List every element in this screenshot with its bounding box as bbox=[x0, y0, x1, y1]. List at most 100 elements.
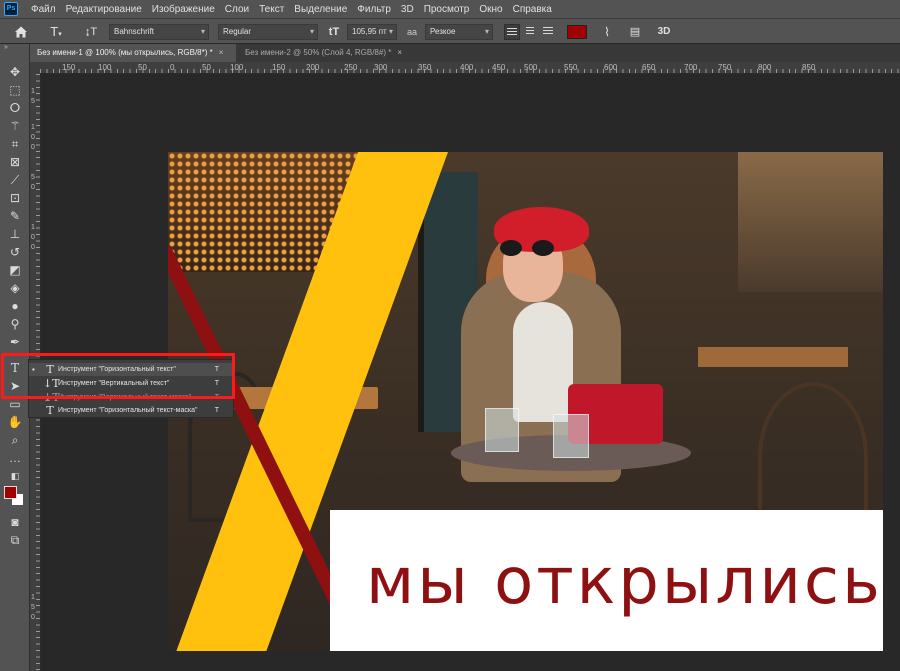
eyedropper-tool-icon[interactable]: ⟋ bbox=[6, 172, 24, 188]
screen-mode-icon[interactable]: ⧉ bbox=[6, 532, 24, 548]
healing-brush-tool-icon[interactable]: ⊡ bbox=[6, 190, 24, 206]
menu-bar: Ps Файл Редактирование Изображение Слои … bbox=[0, 0, 900, 18]
ruler-label: 800 bbox=[758, 63, 772, 72]
history-brush-tool-icon[interactable]: ↺ bbox=[6, 244, 24, 260]
document-canvas[interactable]: мы открылись bbox=[168, 152, 883, 651]
water-glass bbox=[485, 408, 519, 452]
ruler-label: 150 bbox=[272, 63, 286, 72]
ruler-label: 1 bbox=[31, 594, 35, 601]
antialias-select[interactable]: Резкое ▾ bbox=[425, 24, 493, 40]
home-icon[interactable] bbox=[12, 23, 30, 41]
clone-stamp-tool-icon[interactable]: ⊥ bbox=[6, 226, 24, 242]
ruler-label: 1 bbox=[31, 224, 35, 231]
cafe-table bbox=[698, 347, 848, 367]
ruler-label: 0 bbox=[170, 63, 175, 72]
menu-image[interactable]: Изображение bbox=[147, 4, 220, 15]
ruler-label: 500 bbox=[524, 63, 538, 72]
tab-document-2[interactable]: Без имени-2 @ 50% (Слой 4, RGB/8#) * × bbox=[238, 44, 410, 62]
menu-edit[interactable]: Редактирование bbox=[61, 4, 147, 15]
ruler-label: 5 bbox=[31, 174, 35, 181]
marquee-tool-icon[interactable]: ⬚ bbox=[6, 82, 24, 98]
magic-wand-tool-icon[interactable]: ⚚ bbox=[6, 118, 24, 134]
ruler-label: 0 bbox=[31, 234, 35, 241]
paint-bucket-tool-icon[interactable]: ◈ bbox=[6, 280, 24, 296]
water-glass bbox=[553, 414, 589, 458]
headline-text-layer[interactable]: мы открылись bbox=[366, 550, 883, 614]
quick-mask-icon[interactable]: ◙ bbox=[6, 514, 24, 530]
3d-button[interactable]: 3D bbox=[655, 23, 673, 41]
move-tool-icon[interactable]: ✥ bbox=[6, 64, 24, 80]
red-highlight-annotation bbox=[1, 353, 235, 399]
options-bar: T▾ ↨T Bahnschrift ▾ Regular ▾ tT 105,95 пт… bbox=[0, 18, 900, 44]
align-right-button[interactable] bbox=[540, 24, 556, 40]
frame-tool-icon[interactable]: ⊠ bbox=[6, 154, 24, 170]
font-style-select[interactable]: Regular ▾ bbox=[218, 24, 318, 40]
foreground-color-swatch[interactable] bbox=[4, 486, 17, 499]
menu-type[interactable]: Текст bbox=[254, 4, 289, 15]
horizontal-ruler[interactable]: 150 100 50 0 50 100 150 200 250 300 350 … bbox=[40, 62, 900, 74]
eraser-tool-icon[interactable]: ◩ bbox=[6, 262, 24, 278]
chevron-down-icon: ▾ bbox=[388, 27, 393, 36]
ruler-label: 100 bbox=[98, 63, 112, 72]
menu-view[interactable]: Просмотр bbox=[419, 4, 475, 15]
chevron-down-icon: ▾ bbox=[309, 27, 314, 36]
ruler-label: 550 bbox=[564, 63, 578, 72]
ruler-origin[interactable] bbox=[30, 62, 40, 74]
font-size-value: 105,95 пт bbox=[352, 27, 387, 36]
ruler-label: 250 bbox=[344, 63, 358, 72]
lasso-tool-icon[interactable]: ⵔ bbox=[6, 100, 24, 116]
crop-tool-icon[interactable]: ⌗ bbox=[6, 136, 24, 152]
brush-tool-icon[interactable]: ✎ bbox=[6, 208, 24, 224]
dodge-tool-icon[interactable]: ⚲ bbox=[6, 316, 24, 332]
ruler-label: 450 bbox=[492, 63, 506, 72]
font-family-select[interactable]: Bahnschrift ▾ bbox=[109, 24, 209, 40]
photoshop-logo-icon: Ps bbox=[4, 2, 18, 16]
align-left-button[interactable] bbox=[504, 24, 520, 40]
hand-tool-icon[interactable]: ✋ bbox=[6, 414, 24, 430]
ruler-label: 750 bbox=[718, 63, 732, 72]
align-center-button[interactable] bbox=[522, 24, 538, 40]
menu-3d[interactable]: 3D bbox=[396, 4, 419, 15]
ruler-label: 0 bbox=[31, 134, 35, 141]
antialias-value: Резкое bbox=[430, 27, 456, 36]
more-tools-icon[interactable]: … bbox=[6, 450, 24, 466]
ruler-label: 0 bbox=[31, 184, 35, 191]
tab-label: Без имени-2 @ 50% (Слой 4, RGB/8#) * bbox=[245, 48, 392, 57]
tab-label: Без имени-1 @ 100% (мы открылись, RGB/8*… bbox=[37, 48, 213, 57]
collapse-panel-icon[interactable]: » bbox=[4, 44, 8, 51]
menu-window[interactable]: Окно bbox=[474, 4, 507, 15]
text-orientation-icon[interactable]: ↨T bbox=[80, 23, 102, 41]
tab-document-1[interactable]: Без имени-1 @ 100% (мы открылись, RGB/8*… bbox=[30, 44, 236, 62]
font-style-value: Regular bbox=[223, 27, 252, 36]
close-icon[interactable]: × bbox=[397, 48, 402, 57]
character-panel-icon[interactable]: ▤ bbox=[626, 23, 644, 41]
flyout-horizontal-type-mask[interactable]: T Инструмент "Горизонтальный текст-маска… bbox=[29, 404, 235, 417]
menu-file[interactable]: Файл bbox=[26, 4, 61, 15]
menu-help[interactable]: Справка bbox=[508, 4, 557, 15]
default-colors-icon[interactable]: ◧ bbox=[6, 468, 24, 484]
ruler-label: 350 bbox=[418, 63, 432, 72]
ruler-label: 150 bbox=[62, 63, 76, 72]
font-size-icon: tT bbox=[328, 26, 340, 38]
horizontal-type-mask-icon: T bbox=[46, 404, 54, 417]
menu-select[interactable]: Выделение bbox=[289, 4, 352, 15]
ruler-label: 50 bbox=[202, 63, 211, 72]
warp-text-icon[interactable]: ⌇ bbox=[598, 23, 616, 41]
close-icon[interactable]: × bbox=[219, 48, 224, 57]
cafe-interior bbox=[738, 152, 883, 292]
pen-tool-icon[interactable]: ✒ bbox=[6, 334, 24, 350]
blur-tool-icon[interactable]: ● bbox=[6, 298, 24, 314]
sunglasses bbox=[500, 240, 558, 256]
ruler-label: 5 bbox=[31, 98, 35, 105]
woman-sweater bbox=[513, 302, 573, 422]
menu-filter[interactable]: Фильтр bbox=[352, 4, 396, 15]
ruler-label: 850 bbox=[802, 63, 816, 72]
text-color-swatch[interactable] bbox=[567, 25, 587, 39]
font-size-field[interactable]: 105,95 пт ▾ bbox=[347, 24, 397, 40]
document-tab-bar: Без имени-1 @ 100% (мы открылись, RGB/8*… bbox=[30, 44, 900, 62]
shortcut-key: T bbox=[214, 407, 219, 414]
ruler-label: 100 bbox=[230, 63, 244, 72]
zoom-tool-icon[interactable]: ⌕ bbox=[6, 432, 24, 448]
type-tool-preset-icon[interactable]: T▾ bbox=[44, 23, 68, 41]
menu-layers[interactable]: Слои bbox=[220, 4, 254, 15]
